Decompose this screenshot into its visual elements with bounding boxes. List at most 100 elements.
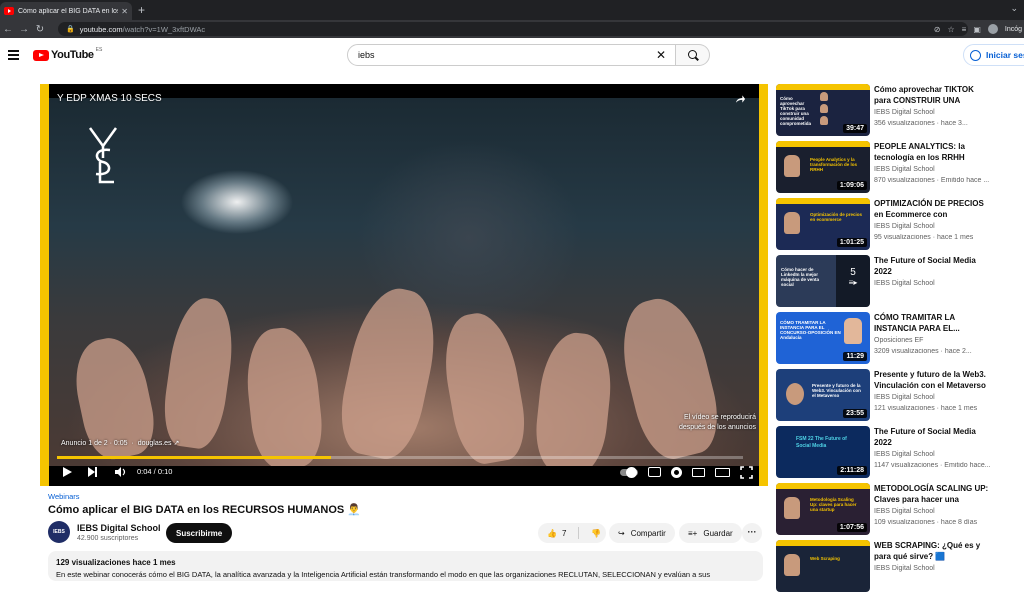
recommendation-item[interactable]: FSM 22 The Future of Social Media 2:11:2… [776,426,1016,480]
side-panel-icon[interactable]: ▣ [973,25,981,34]
settings-gear-icon[interactable] [671,466,682,478]
next-icon[interactable] [88,467,97,477]
share-button[interactable]: ↪ Compartir [609,523,675,543]
recommendation-title[interactable]: OPTIMIZACIÓN DE PRECIOS en Ecommerce con… [874,198,992,220]
lock-icon[interactable]: 🔒 [66,25,75,33]
recommendation-channel[interactable]: IEBS Digital School [874,109,935,116]
crowd-hand [610,290,728,466]
tab-close-icon[interactable]: ✕ [121,7,128,16]
menu-icon[interactable] [8,50,19,62]
save-button[interactable]: ≡+ Guardar [679,523,742,543]
recommendation-thumbnail[interactable]: Web Scraping [776,540,870,592]
recommendation-item[interactable]: Cómo hacer de LinkedIn la mejor máquina … [776,255,1016,309]
like-button[interactable]: 👍 7 [538,523,566,543]
more-actions-button[interactable]: ··· [742,523,762,543]
video-duration: 2:11:28 [837,466,867,475]
ad-info: Anuncio 1 de 2 · 0:05 · douglas.es ↗ [61,440,180,447]
recommendation-title[interactable]: Presente y futuro de la Web3. Vinculació… [874,369,992,391]
url-path: /watch?v=1W_3xftDWAc [122,24,206,34]
crowd-hand [436,308,532,466]
recommendation-title[interactable]: METODOLOGÍA SCALING UP: Claves para hace… [874,483,992,505]
youtube-logo[interactable]: YouTube ES [33,47,102,61]
miniplayer-icon[interactable] [692,467,705,477]
recommendation-channel[interactable]: IEBS Digital School [874,280,935,287]
incognito-eye-icon[interactable]: ⊘ [934,25,941,34]
player-controls-right [620,464,753,480]
video-category-link[interactable]: Webinars [48,492,80,501]
description-box[interactable]: 129 visualizaciones hace 1 mes En este w… [48,551,763,581]
recommendation-item[interactable]: Presente y futuro de la Web3. Vinculació… [776,369,1016,423]
omnibox[interactable]: 🔒 youtube.com /watch?v=1W_3xftDWAc [58,22,968,36]
signin-button[interactable]: Iniciar ses [963,44,1024,66]
recommendation-channel[interactable]: IEBS Digital School [874,508,935,515]
recommendation-item[interactable]: Cómo aprovechar TikTok para construir un… [776,84,1016,138]
recommendation-thumbnail[interactable]: Cómo aprovechar TikTok para construir un… [776,84,870,136]
recommendation-channel[interactable]: IEBS Digital School [874,166,935,173]
progress-fill [57,456,332,459]
search-input[interactable] [358,50,648,60]
ad-domain-link[interactable]: douglas.es [138,440,172,447]
share-arrow-icon[interactable] [735,94,746,104]
ad-notice-line1: El vídeo se reproducirá [684,414,756,421]
volume-icon[interactable] [114,466,126,478]
recommendation-thumbnail[interactable]: Optimización de precios en ecommerce 1:0… [776,198,870,250]
recommendation-channel[interactable]: Oposiciones EF [874,337,923,344]
thumbs-down-icon: 👎 [591,528,602,538]
recommendation-title[interactable]: PEOPLE ANALYTICS: la tecnología en los R… [874,141,992,163]
recommendation-title[interactable]: The Future of Social Media 2022 [874,255,992,277]
channel-avatar[interactable]: IEBS [48,521,70,543]
recommendation-item[interactable]: CÓMO TRAMITAR LA INSTANCIA PARA EL CONCU… [776,312,1016,366]
channel-name[interactable]: IEBS Digital School [77,523,161,533]
recommendation-thumbnail[interactable]: FSM 22 The Future of Social Media 2:11:2… [776,426,870,478]
recommendation-title[interactable]: CÓMO TRAMITAR LA INSTANCIA PARA EL... [874,312,992,334]
tab-search-icon[interactable]: ⌄ [1010,3,1018,14]
search-box[interactable] [347,44,676,66]
video-player[interactable] [40,84,768,486]
recommendation-channel[interactable]: IEBS Digital School [874,223,935,230]
new-tab-icon[interactable]: + [138,3,145,17]
channel-avatar-text: IEBS [53,529,65,535]
recommendation-title[interactable]: Cómo aprovechar TIKTOK para CONSTRUIR UN… [874,84,992,106]
profile-avatar-icon[interactable] [987,24,998,34]
progress-bar[interactable] [57,456,743,459]
recommendation-thumbnail[interactable]: People Analytics y la transformación de … [776,141,870,193]
recommendation-thumbnail[interactable]: Cómo hacer de LinkedIn la mejor máquina … [776,255,870,307]
reload-icon[interactable]: ↻ [32,24,48,35]
profile-label[interactable]: Incóg [1005,26,1022,33]
forward-icon[interactable]: → [16,24,32,35]
recommendation-title[interactable]: WEB SCRAPING: ¿Qué es y para qué sirve? … [874,540,992,562]
recommendation-thumbnail[interactable]: CÓMO TRAMITAR LA INSTANCIA PARA EL CONCU… [776,312,870,364]
subscribe-button[interactable]: Suscribirme [166,523,233,543]
recommendation-channel[interactable]: IEBS Digital School [874,451,935,458]
recommendation-thumbnail[interactable]: Presente y futuro de la Web3. Vinculació… [776,369,870,421]
thumbnail-text: Optimización de precios en ecommerce [810,212,863,222]
playlist-icon: ≡▸ [848,278,858,287]
video-title: Cómo aplicar el BIG DATA en los RECURSOS… [48,504,361,516]
thumbnail-header [776,198,870,204]
autoplay-toggle[interactable] [620,466,638,478]
external-link-icon[interactable]: ↗ [174,440,180,447]
recommendation-title[interactable]: The Future of Social Media 2022 [874,426,992,448]
clear-search-icon[interactable]: ✕ [656,48,666,62]
back-icon[interactable]: ← [0,24,16,35]
search-button[interactable] [676,44,710,66]
play-icon[interactable] [63,467,72,477]
browser-tab[interactable]: Cómo aplicar el BIG DATA en los ✕ [0,2,132,20]
bookmark-star-icon[interactable]: ☆ [947,25,954,34]
recommendation-channel[interactable]: IEBS Digital School [874,565,935,572]
dislike-button[interactable]: 👎 [591,523,601,543]
recommendation-item[interactable]: Optimización de precios en ecommerce 1:0… [776,198,1016,252]
logo-wordmark: YouTube [51,49,94,61]
video-frame[interactable] [49,98,759,466]
ad-video-title[interactable]: Y EDP XMAS 10 SECS [57,93,162,104]
fullscreen-icon[interactable] [740,465,753,479]
subtitles-icon[interactable] [648,467,661,477]
reading-list-icon[interactable]: ≡ [962,25,967,34]
recommendation-channel[interactable]: IEBS Digital School [874,394,935,401]
more-actions-icon: ··· [747,527,757,537]
recommendation-item[interactable]: Metodología Scaling Up: claves para hace… [776,483,1016,537]
recommendation-thumbnail[interactable]: Metodología Scaling Up: claves para hace… [776,483,870,535]
theater-mode-icon[interactable] [715,467,730,477]
recommendation-item[interactable]: People Analytics y la transformación de … [776,141,1016,195]
recommendation-item[interactable]: Web Scraping WEB SCRAPING: ¿Qué es y par… [776,540,1016,594]
